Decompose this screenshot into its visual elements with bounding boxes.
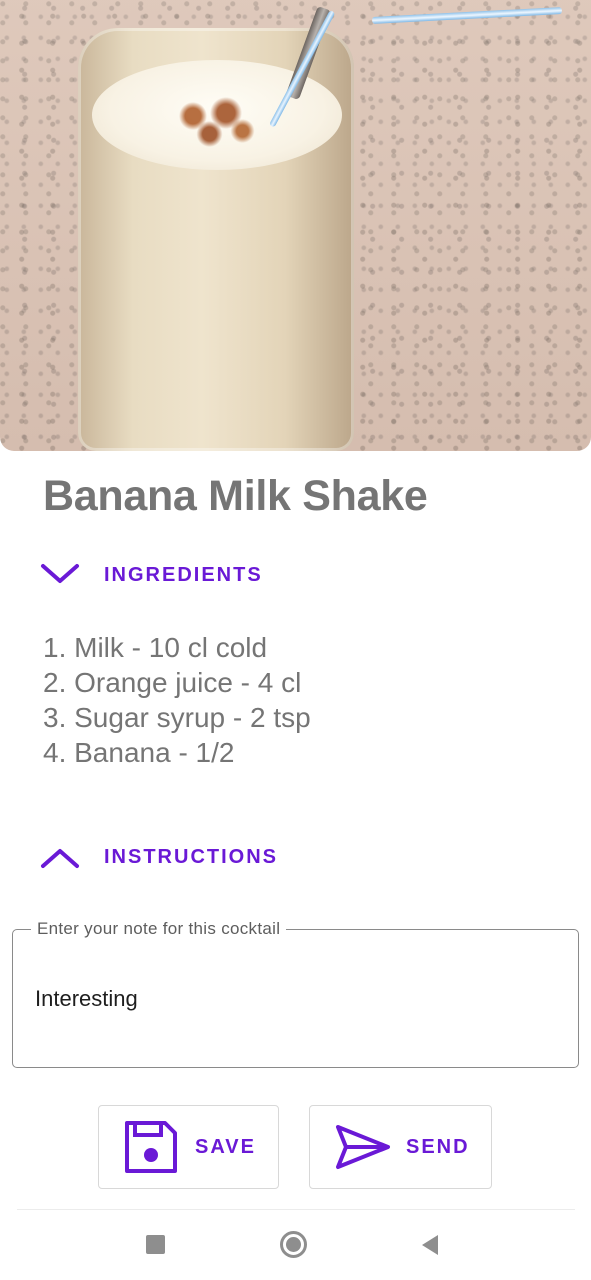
save-button[interactable]: SAVE xyxy=(98,1105,279,1189)
chevron-down-icon xyxy=(41,564,79,583)
ingredient-item: 3. Sugar syrup - 2 tsp xyxy=(43,702,311,733)
send-icon xyxy=(336,1125,390,1169)
ingredients-list: 1. Milk - 10 cl cold 2. Orange juice - 4… xyxy=(43,630,311,770)
ingredient-item: 1. Milk - 10 cl cold xyxy=(43,632,268,663)
note-field[interactable]: Enter your note for this cocktail Intere… xyxy=(12,919,579,1068)
ingredient-item: 2. Orange juice - 4 cl xyxy=(43,667,302,698)
hero-image xyxy=(0,0,591,451)
ingredients-toggle[interactable]: INGREDIENTS xyxy=(40,555,263,595)
chevron-up-icon xyxy=(41,849,79,868)
square-icon[interactable] xyxy=(146,1235,165,1254)
ingredient-item: 4. Banana - 1/2 xyxy=(43,737,235,768)
floppy-disk-icon xyxy=(125,1121,177,1173)
navbar-divider xyxy=(17,1209,575,1210)
send-button[interactable]: SEND xyxy=(309,1105,492,1189)
note-field-label: Enter your note for this cocktail xyxy=(31,919,287,939)
instructions-label: INSTRUCTIONS xyxy=(104,845,278,868)
circle-icon[interactable] xyxy=(280,1231,307,1258)
instructions-toggle[interactable]: INSTRUCTIONS xyxy=(40,837,278,877)
note-field-value[interactable]: Interesting xyxy=(35,986,138,1012)
cocktail-title: Banana Milk Shake xyxy=(43,472,428,520)
send-button-label: SEND xyxy=(406,1135,470,1158)
save-button-label: SAVE xyxy=(195,1135,256,1158)
ingredients-label: INGREDIENTS xyxy=(104,563,263,586)
triangle-back-icon[interactable] xyxy=(420,1234,440,1261)
